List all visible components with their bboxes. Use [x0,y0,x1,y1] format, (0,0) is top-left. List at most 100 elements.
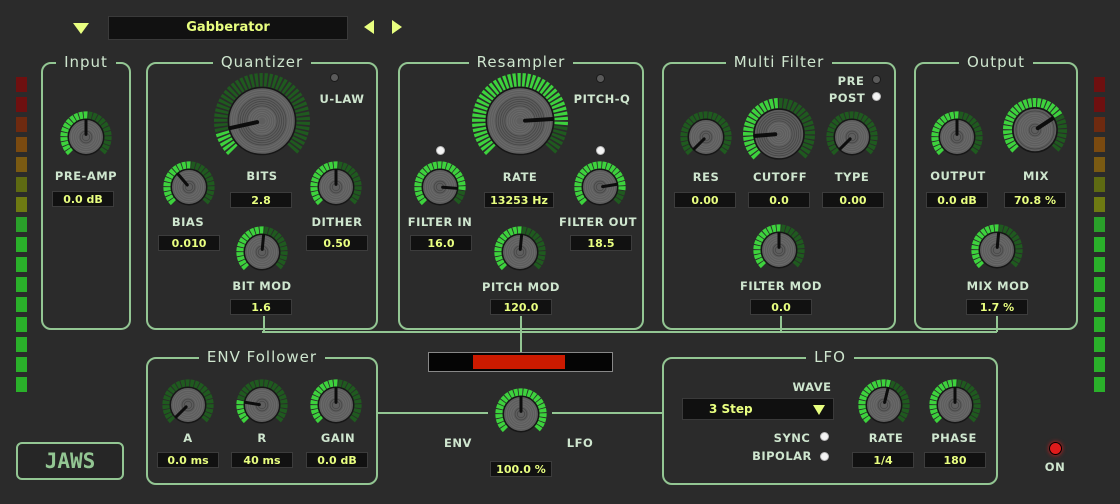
knob-arc-segment [796,243,805,249]
knob-arc-segment [583,165,591,174]
filter-in-knob[interactable] [408,155,472,219]
env-a-value[interactable]: 0.0 ms [157,452,219,468]
cutoff-value[interactable]: 0.0 [748,192,810,208]
filter-mod-value[interactable]: 0.0 [750,299,812,315]
meter-segment [16,377,27,392]
bits-knob[interactable] [208,67,316,175]
knob-arc-segment [62,144,71,152]
knob-arc-segment [337,379,343,388]
mix-knob[interactable] [997,92,1073,168]
res-knob[interactable] [674,105,738,169]
meter-segment [1094,357,1105,372]
lfo-phase-value[interactable]: 180 [924,452,986,468]
type-value[interactable]: 0.00 [822,192,884,208]
bias-value[interactable]: 0.010 [158,235,220,251]
knob-arc-segment [249,227,256,237]
knob-arc-segment [315,386,324,394]
prev-preset-button[interactable] [362,19,376,35]
ulaw-toggle[interactable] [330,73,339,82]
filter-mod-knob[interactable] [747,218,811,282]
lfo-rate-value[interactable]: 1/4 [852,452,914,468]
env-gain-value[interactable]: 0.0 dB [306,452,368,468]
env-r-value[interactable]: 40 ms [231,452,293,468]
knob-arc-segment [617,180,626,186]
env-gain-knob[interactable] [304,373,368,437]
output-knob[interactable] [925,105,989,169]
pre-amp-value[interactable]: 0.0 dB [52,191,114,207]
env-a-knob[interactable] [156,373,220,437]
rate-value[interactable]: 13253 Hz [484,192,554,208]
knob-arc-segment [1013,238,1022,246]
bit-mod-value[interactable]: 1.6 [230,299,292,315]
meter-segment [1094,177,1105,192]
knob-arc-segment [180,379,186,388]
knob-arc-segment [237,394,246,401]
pitch-q-toggle[interactable] [596,74,605,83]
pre-amp-knob[interactable] [54,105,118,169]
lfo-rate-knob[interactable] [852,373,916,437]
knob-arc-segment [279,245,288,251]
pre-toggle[interactable] [872,75,881,84]
knob-arc-segment [804,125,815,131]
lfo-side-label: LFO [566,436,594,450]
mix-mod-value[interactable]: 1.7 % [966,299,1028,315]
bits-value[interactable]: 2.8 [230,192,292,208]
lfo-phase-knob[interactable] [923,373,987,437]
wave-dropdown[interactable]: 3 Step [682,398,834,420]
post-toggle[interactable] [872,92,881,101]
knob-pointer [753,132,778,138]
env-r-knob[interactable] [230,373,294,437]
knob-arc-segment [989,224,995,233]
rate-knob[interactable] [466,67,574,175]
knob-arc-segment [858,408,867,415]
knob-arc-segment [237,241,246,248]
knob-arc-segment [974,140,983,146]
knob-arc-segment [276,389,285,397]
knob-arc-segment [828,144,837,152]
meter-segment [1094,237,1105,252]
knob-arc-segment [239,77,248,91]
knob-arc-segment [528,229,537,238]
preset-menu-button[interactable] [72,20,90,34]
env-lfo-knob[interactable] [489,382,553,446]
knob-arc-segment [204,193,213,201]
bit-mod-knob[interactable] [230,220,294,284]
knob-arc-segment [707,111,713,120]
dither-knob[interactable] [304,155,368,219]
dither-value[interactable]: 0.50 [306,235,368,251]
knob-arc-segment [502,75,510,89]
output-value[interactable]: 0.0 dB [926,192,988,208]
knob-arc-segment [944,112,951,122]
filter-out-value[interactable]: 18.5 [570,235,632,251]
knob-arc-segment [226,85,239,98]
knob-arc-segment [533,394,541,403]
filter-in-toggle[interactable] [436,146,445,155]
knob-arc-segment [488,82,500,95]
next-preset-button[interactable] [390,19,404,35]
power-led[interactable] [1049,442,1062,455]
mix-mod-knob[interactable] [965,218,1029,282]
pitch-mod-knob[interactable] [488,220,552,284]
knob-arc-segment [102,125,111,133]
knob-arc-segment [504,392,512,401]
filter-out-toggle[interactable] [596,146,605,155]
knob-arc-segment [532,232,540,241]
sync-toggle[interactable] [820,432,829,441]
knob-arc-segment [238,412,247,420]
cutoff-knob[interactable] [737,92,821,176]
bipolar-toggle[interactable] [820,452,829,461]
knob-arc-segment [162,408,171,415]
preset-name-display[interactable]: Gabberator [108,16,348,40]
pitch-mod-value[interactable]: 120.0 [490,299,552,315]
knob-arc-segment [719,147,728,155]
filter-out-knob[interactable] [568,155,632,219]
res-value[interactable]: 0.00 [674,192,736,208]
type-knob[interactable] [820,105,884,169]
filter-in-value[interactable]: 16.0 [410,235,472,251]
mix-value[interactable]: 70.8 % [1004,192,1066,208]
bias-knob[interactable] [157,155,221,219]
env-lfo-value[interactable]: 100.0 % [490,461,552,477]
knob-arc-segment [892,382,901,391]
knob-arc-segment [197,164,206,173]
knob-arc-segment [601,161,607,170]
